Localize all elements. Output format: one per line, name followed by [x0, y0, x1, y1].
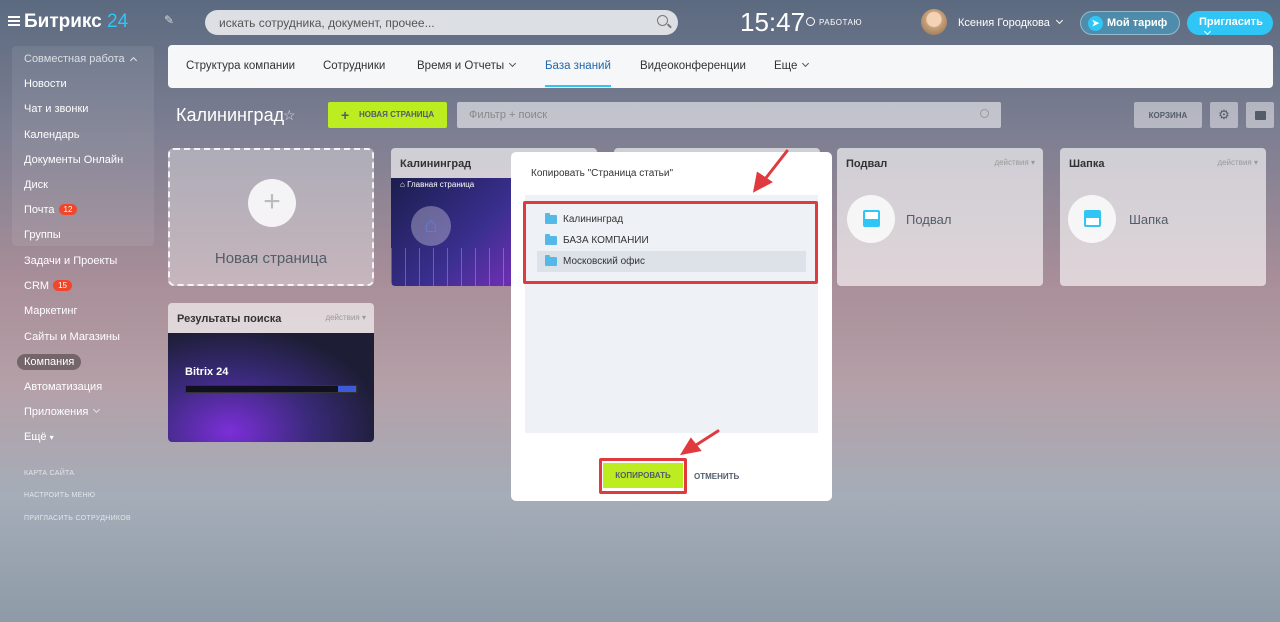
arrow-head	[679, 437, 702, 456]
annotation-arrows	[679, 149, 789, 456]
arrow-to-copy	[691, 429, 720, 449]
